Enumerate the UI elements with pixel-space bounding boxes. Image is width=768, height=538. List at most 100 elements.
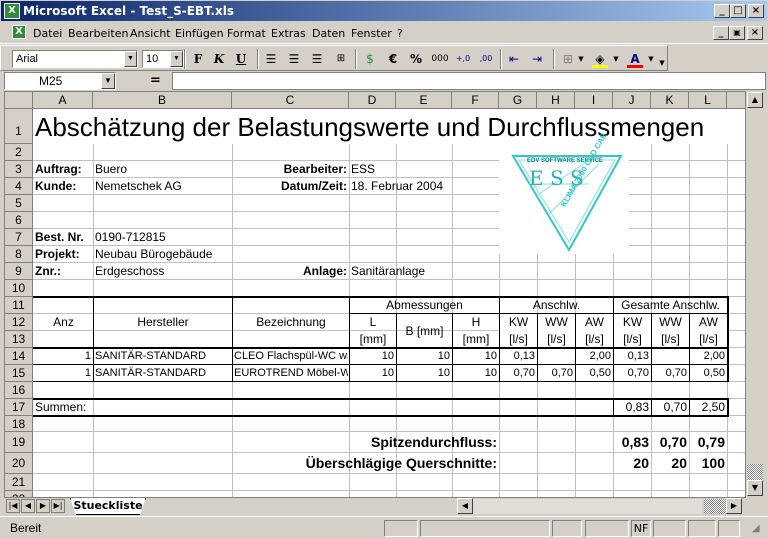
column-header-k[interactable]: K — [651, 92, 689, 109]
row-header[interactable]: 6 — [5, 212, 33, 229]
header-gesamt-anschlw[interactable]: Gesamte Anschlw. — [614, 297, 727, 314]
font-color-button[interactable]: A — [624, 50, 646, 68]
row-header[interactable]: 9 — [5, 263, 33, 280]
row-header[interactable]: 21 — [5, 474, 33, 491]
item-anz[interactable]: 1 — [34, 348, 91, 365]
menu-fenster[interactable]: Fenster — [351, 27, 392, 40]
anlage-label[interactable]: Anlage: — [235, 263, 347, 280]
underline-button[interactable]: U — [230, 50, 252, 68]
header-l-unit[interactable]: [mm] — [350, 331, 396, 348]
item-gkw[interactable]: 0,13 — [614, 348, 649, 365]
ess-logo[interactable]: EDV SOFTWARE SERVICE E S S KLIMA 2000 CA… — [499, 131, 629, 254]
decrease-indent-icon[interactable]: ⇤ — [503, 50, 525, 68]
header-unit-ls[interactable]: [l/s] — [614, 331, 651, 348]
quer-ww[interactable]: 20 — [652, 453, 687, 473]
scroll-up-arrow-icon[interactable]: ▲ — [747, 92, 763, 108]
select-all-corner[interactable] — [5, 92, 33, 109]
item-b[interactable]: 10 — [397, 348, 450, 365]
header-b[interactable]: B [mm] — [397, 314, 452, 348]
column-header-b[interactable]: B — [93, 92, 232, 109]
menu-help[interactable]: ? — [397, 27, 403, 40]
quer-aw[interactable]: 100 — [690, 453, 725, 473]
scroll-right-arrow-icon[interactable]: ▶ — [726, 498, 742, 514]
vertical-scroll-thumb[interactable] — [747, 464, 763, 480]
row-header[interactable]: 17 — [5, 399, 33, 416]
header-ww[interactable]: WW — [538, 314, 575, 331]
bestnr-value[interactable]: 0190-712815 — [95, 229, 166, 246]
row-header[interactable]: 2 — [5, 144, 33, 161]
querschnitte-label[interactable]: Überschlägige Querschnitte: — [155, 453, 497, 473]
datum-label[interactable]: Datum/Zeit: — [235, 178, 347, 195]
prev-sheet-icon[interactable]: ◀ — [21, 499, 35, 513]
item-l[interactable]: 10 — [350, 365, 394, 382]
chevron-down-icon[interactable]: ▼ — [646, 50, 656, 68]
column-header-f[interactable]: F — [452, 92, 499, 109]
row-header[interactable]: 19 — [5, 432, 33, 453]
item-l[interactable]: 10 — [350, 348, 394, 365]
percent-button[interactable]: % — [405, 50, 427, 68]
row-header[interactable]: 13 — [5, 331, 33, 348]
menu-extras[interactable]: Extras — [271, 27, 306, 40]
row-header[interactable]: 15 — [5, 365, 33, 382]
spitzen-aw[interactable]: 0,79 — [690, 432, 725, 452]
header-kw[interactable]: KW — [614, 314, 651, 331]
chevron-down-icon[interactable]: ▼ — [576, 50, 586, 68]
doc-close-button[interactable]: × — [747, 26, 763, 40]
row-header[interactable]: 5 — [5, 195, 33, 212]
decrease-decimal-button[interactable]: ,00 — [475, 50, 497, 68]
row-header[interactable]: 7 — [5, 229, 33, 246]
datum-value[interactable]: 18. Februar 2004 — [351, 178, 443, 195]
spitzen-kw[interactable]: 0,83 — [614, 432, 649, 452]
workbook-icon[interactable]: X — [12, 25, 26, 39]
znr-label[interactable]: Znr.: — [35, 263, 61, 280]
chevron-down-icon[interactable]: ▼ — [124, 51, 137, 67]
row-header[interactable]: 3 — [5, 161, 33, 178]
column-header-d[interactable]: D — [349, 92, 396, 109]
font-name-select[interactable]: Arial ▼ — [12, 50, 138, 68]
menu-bearbeiten[interactable]: Bearbeiten — [68, 27, 128, 40]
chevron-down-icon[interactable]: ▼ — [170, 51, 183, 67]
anlage-value[interactable]: Sanitäranlage — [351, 263, 425, 280]
bold-button[interactable]: F — [187, 50, 209, 68]
row-header[interactable]: 8 — [5, 246, 33, 263]
quer-kw[interactable]: 20 — [614, 453, 649, 473]
first-sheet-icon[interactable]: |◀ — [6, 499, 20, 513]
row-header[interactable]: 4 — [5, 178, 33, 195]
excel-app-icon[interactable]: X — [4, 3, 20, 19]
sheet-tab-stueckliste[interactable]: Stueckliste — [70, 498, 146, 515]
row-header[interactable]: 10 — [5, 280, 33, 297]
scroll-down-arrow-icon[interactable]: ▼ — [747, 480, 763, 496]
header-anz[interactable]: Anz — [34, 297, 93, 348]
kunde-label[interactable]: Kunde: — [35, 178, 76, 195]
item-h[interactable]: 10 — [453, 365, 497, 382]
bestnr-label[interactable]: Best. Nr. — [35, 229, 84, 246]
column-header-l[interactable]: L — [689, 92, 727, 109]
column-header-m[interactable] — [727, 92, 745, 109]
doc-restore-button[interactable]: ▣ — [729, 26, 745, 40]
item-gaw[interactable]: 0,50 — [690, 365, 725, 382]
header-l[interactable]: L — [350, 314, 396, 331]
doc-minimize-button[interactable]: _ — [713, 26, 729, 40]
summen-ww[interactable]: 0,70 — [652, 399, 687, 416]
header-unit-ls[interactable]: [l/s] — [500, 331, 537, 348]
formula-equals-icon[interactable]: = — [150, 73, 161, 88]
auftrag-label[interactable]: Auftrag: — [35, 161, 82, 178]
header-unit-ls[interactable]: [l/s] — [576, 331, 613, 348]
header-abmessungen[interactable]: Abmessungen — [350, 297, 499, 314]
align-left-icon[interactable]: ☰ — [260, 50, 282, 68]
row-header[interactable]: 12 — [5, 314, 33, 331]
merge-center-icon[interactable]: ⊞ — [330, 50, 352, 68]
column-header-h[interactable]: H — [537, 92, 575, 109]
summen-label[interactable]: Summen: — [35, 399, 86, 416]
next-sheet-icon[interactable]: ▶ — [36, 499, 50, 513]
menu-daten[interactable]: Daten — [312, 27, 345, 40]
formula-input[interactable] — [172, 72, 766, 90]
spitzendurchfluss-label[interactable]: Spitzendurchfluss: — [233, 432, 497, 452]
projekt-value[interactable]: Neubau Bürogebäude — [95, 246, 212, 263]
item-bezeichnung[interactable]: EUROTREND Möbel-Was — [234, 365, 348, 382]
item-gaw[interactable]: 2,00 — [690, 348, 725, 365]
chevron-down-icon[interactable]: ▼ — [611, 50, 621, 68]
menu-datei[interactable]: Datei — [33, 27, 62, 40]
row-header[interactable]: 11 — [5, 297, 33, 314]
row-header[interactable]: 16 — [5, 382, 33, 399]
